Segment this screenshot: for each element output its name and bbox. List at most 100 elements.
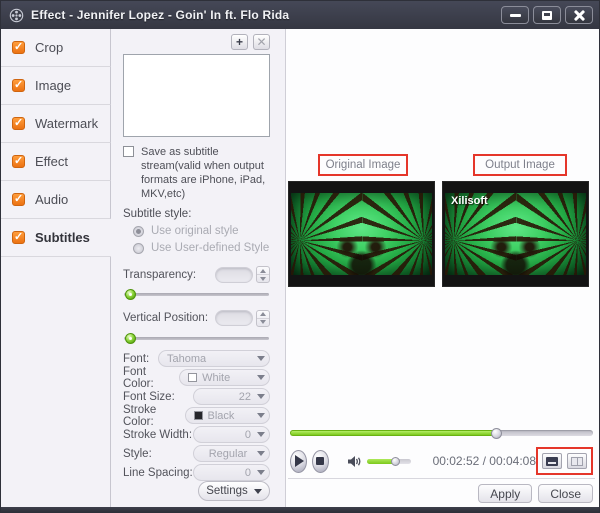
sidebar-item-effect[interactable]: Effect bbox=[1, 143, 111, 181]
effects-sidebar: Crop Image Watermark Effect Audio Subtit… bbox=[1, 29, 111, 507]
play-button[interactable] bbox=[290, 449, 307, 473]
output-preview-frame: Xilisoft bbox=[442, 181, 589, 287]
vertical-position-slider[interactable] bbox=[123, 332, 270, 344]
transparency-slider-track[interactable] bbox=[124, 289, 269, 301]
vertical-position-slider-thumb[interactable] bbox=[125, 332, 136, 344]
stroke-color-dropdown[interactable]: Black bbox=[184, 407, 270, 424]
watermark-checkbox-checked-icon[interactable] bbox=[12, 116, 25, 130]
sidebar-item-label: Image bbox=[35, 78, 72, 93]
subtitle-file-list[interactable] bbox=[123, 54, 270, 138]
font-color-dropdown[interactable]: White bbox=[179, 369, 270, 386]
original-video-frame bbox=[291, 193, 432, 275]
save-as-stream-checkbox[interactable] bbox=[123, 146, 134, 158]
seek-slider[interactable] bbox=[288, 427, 595, 439]
close-dialog-button[interactable]: Close bbox=[538, 484, 593, 503]
transparency-slider[interactable] bbox=[123, 288, 270, 301]
output-video-frame: Xilisoft bbox=[445, 193, 586, 275]
subtitles-checkbox-checked-icon[interactable] bbox=[12, 230, 25, 244]
single-preview-button[interactable] bbox=[542, 453, 563, 469]
style-label: Style: bbox=[123, 447, 152, 460]
image-checkbox-checked-icon[interactable] bbox=[12, 78, 25, 92]
stroke-color-row: Stroke Color: Black bbox=[123, 404, 270, 428]
transparency-stepper[interactable] bbox=[256, 266, 270, 284]
audio-checkbox-checked-icon[interactable] bbox=[12, 192, 25, 206]
vertical-position-value-field[interactable] bbox=[215, 310, 253, 327]
chevron-down-icon bbox=[257, 375, 265, 380]
close-button[interactable] bbox=[565, 6, 593, 24]
sidebar-item-watermark[interactable]: Watermark bbox=[1, 105, 111, 143]
sidebar-item-crop[interactable]: Crop bbox=[1, 29, 111, 67]
stop-icon bbox=[316, 457, 325, 465]
subtitle-style-label: Subtitle style: bbox=[123, 208, 192, 221]
stroke-width-dropdown[interactable]: 0 bbox=[193, 426, 270, 443]
window-controls bbox=[501, 6, 593, 24]
chevron-down-icon bbox=[253, 488, 262, 494]
font-color-row: Font Color: White bbox=[123, 366, 270, 390]
chevron-down-icon bbox=[257, 356, 265, 361]
chevron-down-icon bbox=[257, 394, 265, 399]
sidebar-item-label: Watermark bbox=[35, 116, 99, 131]
single-screen-icon bbox=[546, 456, 559, 466]
split-screen-icon bbox=[571, 456, 584, 466]
font-label: Font: bbox=[123, 352, 150, 365]
sidebar-item-image[interactable]: Image bbox=[1, 67, 111, 105]
vertical-position-slider-track[interactable] bbox=[124, 332, 269, 344]
style-row: Style: Regular bbox=[123, 445, 270, 462]
titlebar[interactable]: Effect - Jennifer Lopez - Goin' In ft. F… bbox=[1, 1, 599, 29]
vertical-position-stepper[interactable] bbox=[256, 309, 270, 327]
minimize-button[interactable] bbox=[501, 6, 529, 24]
sidebar-item-subtitles[interactable]: Subtitles bbox=[1, 219, 111, 257]
settings-button[interactable]: Settings bbox=[198, 481, 270, 501]
stop-button[interactable] bbox=[311, 449, 329, 473]
sidebar-item-label: Audio bbox=[35, 192, 69, 207]
sidebar-filler bbox=[1, 257, 111, 507]
use-userdefined-style-label: Use User-defined Style bbox=[151, 242, 270, 255]
volume-track[interactable] bbox=[366, 456, 411, 466]
use-userdefined-style-radio[interactable] bbox=[133, 242, 144, 254]
transparency-value-field[interactable] bbox=[215, 266, 253, 283]
stepper-up-icon[interactable] bbox=[257, 311, 269, 319]
volume-thumb[interactable] bbox=[390, 456, 400, 466]
sidebar-item-audio[interactable]: Audio bbox=[1, 181, 111, 219]
stepper-up-icon[interactable] bbox=[257, 267, 269, 276]
watermark-text: Xilisoft bbox=[451, 195, 488, 207]
apply-button[interactable]: Apply bbox=[478, 484, 533, 503]
volume-slider[interactable] bbox=[366, 456, 411, 466]
seek-progress-fill bbox=[290, 428, 503, 439]
seek-thumb[interactable] bbox=[491, 428, 503, 439]
remove-subtitle-button[interactable]: ✕ bbox=[253, 34, 270, 50]
chevron-down-icon bbox=[257, 432, 265, 437]
seek-track[interactable] bbox=[290, 428, 593, 439]
save-as-stream-row: Save as subtitle stream(valid when outpu… bbox=[123, 145, 270, 201]
sidebar-item-label: Subtitles bbox=[35, 230, 90, 245]
original-image-annotation-box: Original Image bbox=[318, 154, 408, 176]
transparency-slider-thumb[interactable] bbox=[125, 289, 136, 301]
use-original-style-radio[interactable] bbox=[133, 225, 144, 237]
maximize-icon bbox=[542, 10, 552, 20]
subtitles-settings-panel: + ✕ Save as subtitle stream(valid when o… bbox=[111, 29, 286, 507]
crop-checkbox-checked-icon[interactable] bbox=[12, 40, 25, 54]
window-title: Effect - Jennifer Lopez - Goin' In ft. F… bbox=[31, 8, 290, 22]
subtitle-list-toolbar: + ✕ bbox=[123, 34, 270, 50]
play-icon bbox=[295, 455, 305, 467]
font-dropdown[interactable]: Tahoma bbox=[158, 350, 270, 367]
maximize-button[interactable] bbox=[533, 6, 561, 24]
line-spacing-row: Line Spacing: 0 bbox=[123, 464, 270, 481]
font-size-label: Font Size: bbox=[123, 390, 175, 403]
font-size-dropdown[interactable]: 22 bbox=[193, 388, 270, 405]
dialog-footer: Apply Close bbox=[288, 478, 595, 507]
minimize-icon bbox=[509, 13, 521, 17]
preview-mode-annotation-box bbox=[536, 447, 594, 475]
film-reel-icon bbox=[9, 8, 24, 22]
use-original-style-label: Use original style bbox=[151, 225, 239, 238]
stepper-down-icon[interactable] bbox=[257, 275, 269, 282]
stepper-down-icon[interactable] bbox=[257, 319, 269, 326]
add-subtitle-button[interactable]: + bbox=[231, 34, 248, 50]
font-row: Font: Tahoma bbox=[123, 350, 270, 367]
stroke-width-label: Stroke Width: bbox=[123, 428, 193, 441]
sidebar-item-label: Effect bbox=[35, 154, 69, 169]
effect-checkbox-checked-icon[interactable] bbox=[12, 154, 25, 168]
line-spacing-dropdown[interactable]: 0 bbox=[193, 464, 270, 481]
compare-preview-button[interactable] bbox=[567, 453, 588, 469]
style-dropdown[interactable]: Regular bbox=[193, 445, 270, 462]
